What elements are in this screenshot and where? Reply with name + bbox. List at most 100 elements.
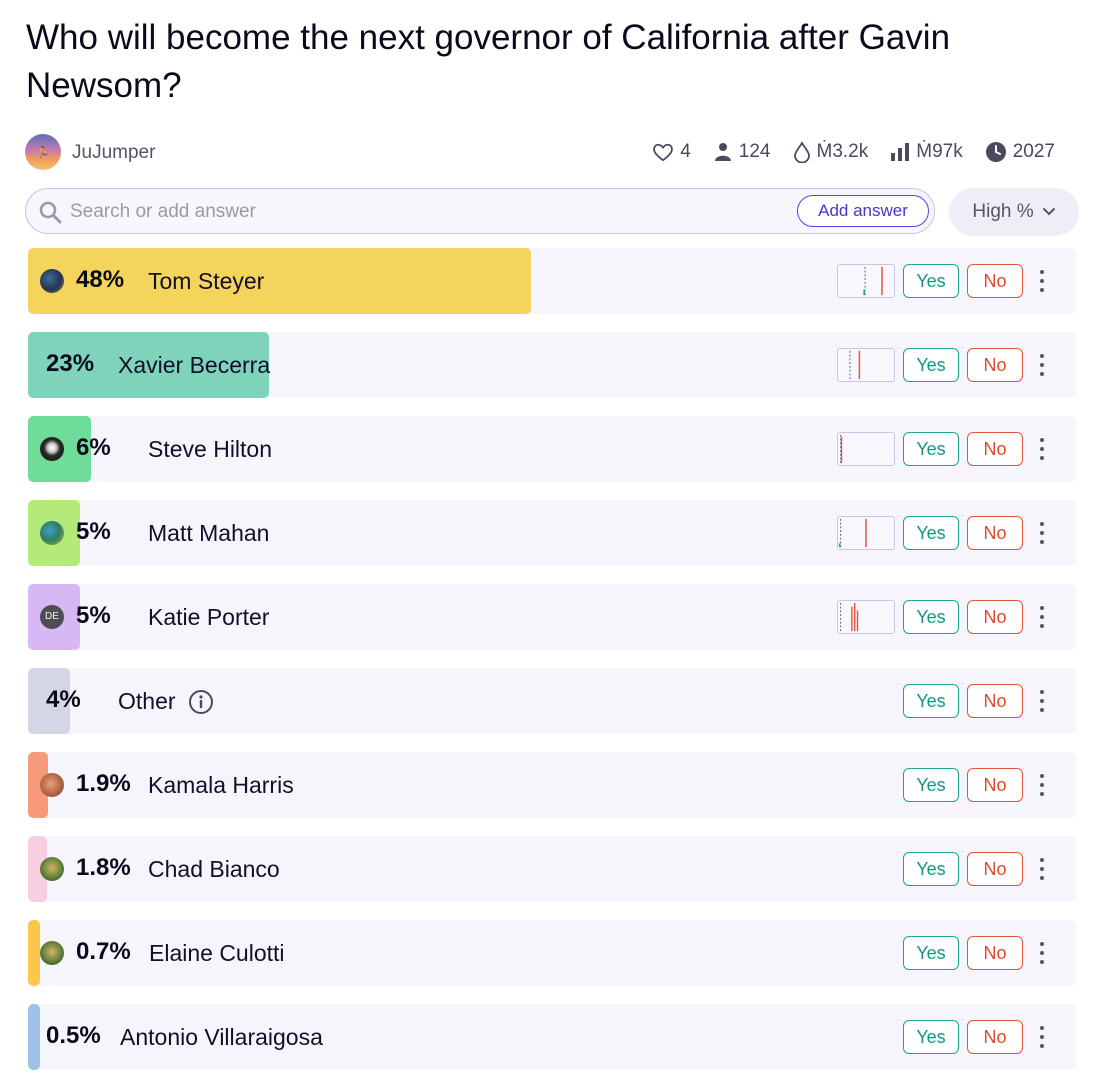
no-button[interactable]: No [967,348,1023,382]
add-answer-button[interactable]: Add answer [797,195,929,227]
answer-name: Elaine Culotti [149,940,285,966]
close-date-stat[interactable]: 2027 [985,141,1055,163]
no-button[interactable]: No [967,264,1023,298]
search-bar: Add answer [25,188,935,234]
liquidity-stat: Ṁ3.2k [793,141,869,163]
answer-row[interactable]: 23% Xavier Becerra Yes No [28,332,1076,398]
answer-name: Kamala Harris [148,772,294,798]
answer-probability: 1.8% [76,854,131,881]
liquidity-amount: Ṁ3.2k [816,141,869,162]
yes-button[interactable]: Yes [903,768,959,802]
price-history-sparkline[interactable] [837,264,895,298]
no-button[interactable]: No [967,600,1023,634]
volume-stat: Ṁ97k [890,141,963,163]
search-input[interactable] [68,195,772,229]
more-options-icon[interactable] [1030,434,1054,464]
answer-row[interactable]: 1.9% Kamala Harris Yes No [28,752,1076,818]
answer-probability: 23% [46,350,95,377]
question-title: Who will become the next governor of Cal… [26,18,951,105]
creator-name[interactable]: JuJumper [72,142,155,164]
traders-count: 124 [738,141,771,162]
more-options-icon[interactable] [1030,518,1054,548]
answer-probability: 5% [76,602,111,629]
market-stats: 4 124 Ṁ3.2k Ṁ97k 2027 [652,140,1055,164]
answer-name: Other [118,688,176,714]
no-button[interactable]: No [967,768,1023,802]
info-icon[interactable] [188,689,214,715]
droplet-icon [793,141,810,163]
yes-button[interactable]: Yes [903,516,959,550]
more-options-icon[interactable] [1030,266,1054,296]
answers-list: 48% Tom Steyer Yes No 23% Xavier Becerra Yes No… [28,248,1076,1086]
yes-button[interactable]: Yes [903,264,959,298]
answer-row[interactable]: 0.5% Antonio Villaraigosa Yes No [28,1004,1076,1070]
close-date: 2027 [1012,141,1055,162]
no-button[interactable]: No [967,936,1023,970]
no-button[interactable]: No [967,684,1023,718]
yes-button[interactable]: Yes [903,936,959,970]
more-options-icon[interactable] [1030,770,1054,800]
traders-stat: 124 [713,141,771,163]
answer-avatar[interactable] [40,521,64,545]
answer-name: Antonio Villaraigosa [120,1024,323,1050]
more-options-icon[interactable] [1030,854,1054,884]
answer-probability: 4% [46,686,81,713]
price-history-sparkline[interactable] [837,516,895,550]
answer-avatar[interactable] [40,437,64,461]
answer-name: Matt Mahan [148,520,270,546]
answer-row[interactable]: 5% Matt Mahan Yes No [28,500,1076,566]
sort-dropdown[interactable]: High % [949,188,1079,236]
yes-button[interactable]: Yes [903,348,959,382]
search-icon [39,201,62,224]
yes-button[interactable]: Yes [903,432,959,466]
market-meta: 🏃 JuJumper 4 124 Ṁ3.2k Ṁ97k 2027 [25,133,1055,171]
answer-row[interactable]: 6% Steve Hilton Yes No [28,416,1076,482]
answer-name: Tom Steyer [148,268,265,294]
answer-probability: 0.5% [46,1022,101,1049]
answer-avatar[interactable] [40,941,64,965]
volume-amount: Ṁ97k [916,141,963,162]
runner-icon: 🏃 [36,147,50,159]
more-options-icon[interactable] [1030,1022,1054,1052]
answer-name: Chad Bianco [148,856,280,882]
answer-row[interactable]: 48% Tom Steyer Yes No [28,248,1076,314]
probability-bar [28,1004,40,1070]
no-button[interactable]: No [967,516,1023,550]
likes-stat[interactable]: 4 [652,141,691,163]
answer-avatar[interactable] [40,857,64,881]
more-options-icon[interactable] [1030,602,1054,632]
no-button[interactable]: No [967,1020,1023,1054]
market-page: Who will become the next governor of Cal… [0,0,1102,1086]
more-options-icon[interactable] [1030,686,1054,716]
price-history-sparkline[interactable] [837,600,895,634]
answer-avatar[interactable]: DE [40,605,64,629]
yes-button[interactable]: Yes [903,684,959,718]
heart-icon [653,143,674,162]
user-icon [714,143,731,161]
answer-row[interactable]: 1.8% Chad Bianco Yes No [28,836,1076,902]
answer-probability: 48% [76,266,125,293]
yes-button[interactable]: Yes [903,600,959,634]
answer-probability: 5% [76,518,111,545]
yes-button[interactable]: Yes [903,852,959,886]
chevron-down-icon [1042,208,1055,216]
sort-selected-label: High % [972,201,1034,222]
creator-avatar[interactable]: 🏃 [25,134,61,170]
answer-avatar[interactable] [40,269,64,293]
clock-icon [985,142,1006,162]
price-history-sparkline[interactable] [837,432,895,466]
more-options-icon[interactable] [1030,938,1054,968]
answer-name: Xavier Becerra [118,352,271,378]
answer-probability: 1.9% [76,770,131,797]
price-history-sparkline[interactable] [837,348,895,382]
no-button[interactable]: No [967,432,1023,466]
answer-probability: 0.7% [76,938,131,965]
answer-row[interactable]: 4% Other Yes No [28,668,1076,734]
answer-probability: 6% [76,434,111,461]
answer-row[interactable]: 0.7% Elaine Culotti Yes No [28,920,1076,986]
answer-avatar[interactable] [40,773,64,797]
more-options-icon[interactable] [1030,350,1054,380]
no-button[interactable]: No [967,852,1023,886]
answer-row[interactable]: DE 5% Katie Porter Yes No [28,584,1076,650]
yes-button[interactable]: Yes [903,1020,959,1054]
